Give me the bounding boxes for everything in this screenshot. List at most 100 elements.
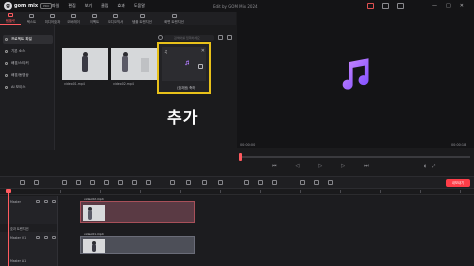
- volume-icon[interactable]: ◖: [424, 163, 426, 168]
- eye-icon[interactable]: [36, 200, 40, 203]
- prev-frame-icon[interactable]: ◁: [296, 163, 300, 169]
- tab-text[interactable]: 텍스트: [21, 12, 42, 25]
- marker-icon[interactable]: [218, 180, 223, 185]
- grid-view-icon[interactable]: [227, 35, 232, 40]
- logo-mark-icon: g: [4, 2, 12, 10]
- fullscreen-icon[interactable]: ⤢: [432, 163, 435, 168]
- playhead-marker[interactable]: [6, 189, 11, 193]
- clip-name: video01.mp4: [84, 232, 104, 236]
- background-object: [141, 58, 149, 72]
- account-icon[interactable]: [397, 3, 404, 9]
- overlay-icon: [71, 13, 76, 18]
- magnet-icon[interactable]: [258, 180, 263, 185]
- ruler-tick: [260, 190, 261, 193]
- ruler-tick: [180, 190, 181, 193]
- audio-type-icon: ♫: [164, 49, 168, 54]
- template-icon: [8, 13, 13, 17]
- export-button[interactable]: 내보내기: [446, 179, 470, 187]
- timeline-toolbar: [0, 176, 474, 189]
- play-icon[interactable]: ▷: [318, 163, 322, 169]
- go-start-icon[interactable]: ⏮: [272, 163, 277, 169]
- group-icon[interactable]: [272, 180, 277, 185]
- split-icon[interactable]: [62, 180, 67, 185]
- lock-icon[interactable]: [44, 236, 48, 239]
- menu-clip[interactable]: 클립: [101, 4, 108, 8]
- player-controls: ⏮ ◁ ▷ ▷ ⏭: [272, 163, 369, 169]
- music-note-icon: [185, 60, 189, 66]
- sidebar-item-ai-voice[interactable]: AI 보이스: [3, 83, 53, 92]
- timeline-clip[interactable]: video02.mp4: [80, 197, 195, 223]
- audio-card[interactable]: ♫ ✕ (효과음) 축하: [157, 42, 211, 94]
- tab-effect[interactable]: 이펙트: [84, 12, 105, 25]
- media-thumb-video02[interactable]: [111, 48, 157, 80]
- store-icon[interactable]: [382, 3, 389, 9]
- menu-effect[interactable]: 효과: [118, 4, 125, 8]
- sticker-icon: [5, 62, 8, 65]
- menu-bar: 파일 편집 보기 클립 효과 도움말: [52, 4, 145, 8]
- minimize-icon[interactable]: —: [432, 3, 437, 9]
- clip-name: video02.mp4: [84, 197, 104, 201]
- media-thumb-video01[interactable]: [62, 48, 108, 80]
- tab-audio-mixer[interactable]: 오디오믹서: [105, 12, 126, 25]
- ruler-tick: [100, 190, 101, 193]
- tab-media-effect[interactable]: 미디어효과: [42, 12, 63, 25]
- copy-icon[interactable]: [118, 180, 123, 185]
- close-icon[interactable]: ✕: [201, 48, 205, 54]
- notification-icon[interactable]: [367, 3, 374, 9]
- shield-icon[interactable]: [202, 180, 207, 185]
- menu-file[interactable]: 파일: [52, 4, 59, 8]
- filter-icon[interactable]: [218, 35, 223, 40]
- speed-icon[interactable]: [170, 180, 175, 185]
- eye-icon[interactable]: [36, 236, 40, 239]
- mute-icon[interactable]: [52, 236, 56, 239]
- search-input[interactable]: 검색어를 입력하세요: [164, 35, 214, 41]
- close-icon[interactable]: ✕: [460, 3, 464, 9]
- rotate-icon[interactable]: [104, 180, 109, 185]
- delete-icon[interactable]: [146, 180, 151, 185]
- track-name: Master: [10, 200, 21, 204]
- ruler-tick: [380, 190, 381, 193]
- color-icon[interactable]: [186, 180, 191, 185]
- redo-icon[interactable]: [34, 180, 39, 185]
- screen-transition-icon: [171, 13, 177, 18]
- trim-icon[interactable]: [76, 180, 81, 185]
- timeline-ruler[interactable]: [0, 189, 474, 195]
- sidebar-item-basic-source[interactable]: 기본 소스: [3, 47, 53, 56]
- sidebar-item-background-sticker[interactable]: 배경/스티커: [3, 59, 53, 68]
- tab-overlay[interactable]: 오버레이: [63, 12, 84, 25]
- media-label-video01: video01.mp4: [64, 82, 85, 86]
- ruler-tick: [220, 190, 221, 193]
- track-lane-transition[interactable]: [58, 224, 474, 232]
- sidebar-item-project-files[interactable]: 프로젝트 파일: [3, 35, 53, 44]
- menu-edit[interactable]: 편집: [68, 4, 75, 8]
- menu-view[interactable]: 보기: [85, 4, 92, 8]
- playhead-handle[interactable]: [239, 153, 242, 161]
- zoom-in-icon[interactable]: [328, 180, 333, 185]
- paste-icon[interactable]: [132, 180, 137, 185]
- next-frame-icon[interactable]: ▷: [341, 163, 345, 169]
- snap-icon[interactable]: [244, 180, 249, 185]
- maximize-icon[interactable]: □: [446, 3, 451, 9]
- track-lane-master-a1[interactable]: [58, 256, 474, 266]
- playback-progress[interactable]: [240, 156, 470, 158]
- menu-help[interactable]: 도움말: [134, 4, 145, 8]
- tab-screen-transition[interactable]: 화면 트랜지션: [158, 12, 190, 25]
- timeline-clip[interactable]: video01.mp4: [80, 232, 195, 254]
- zoom-fit-icon[interactable]: [314, 180, 319, 185]
- mute-icon[interactable]: [52, 200, 56, 203]
- clip-thumbnail: [83, 205, 105, 221]
- media-effect-icon: [50, 13, 55, 18]
- lock-icon[interactable]: [44, 200, 48, 203]
- music-note-icon: [342, 58, 369, 90]
- crop-icon[interactable]: [90, 180, 95, 185]
- zoom-out-icon[interactable]: [300, 180, 305, 185]
- timeline-playhead[interactable]: [8, 189, 9, 266]
- transition-icon: [139, 13, 145, 18]
- track-name: Master V1: [10, 236, 27, 240]
- add-to-timeline-icon[interactable]: [198, 64, 203, 69]
- go-end-icon[interactable]: ⏭: [364, 163, 369, 169]
- undo-icon[interactable]: [20, 180, 25, 185]
- sidebar-item-background-video[interactable]: 배경/동영상: [3, 71, 53, 80]
- tab-template-transition[interactable]: 템플 트랜지션: [126, 12, 158, 25]
- tab-template[interactable]: 템플릿: [0, 12, 21, 25]
